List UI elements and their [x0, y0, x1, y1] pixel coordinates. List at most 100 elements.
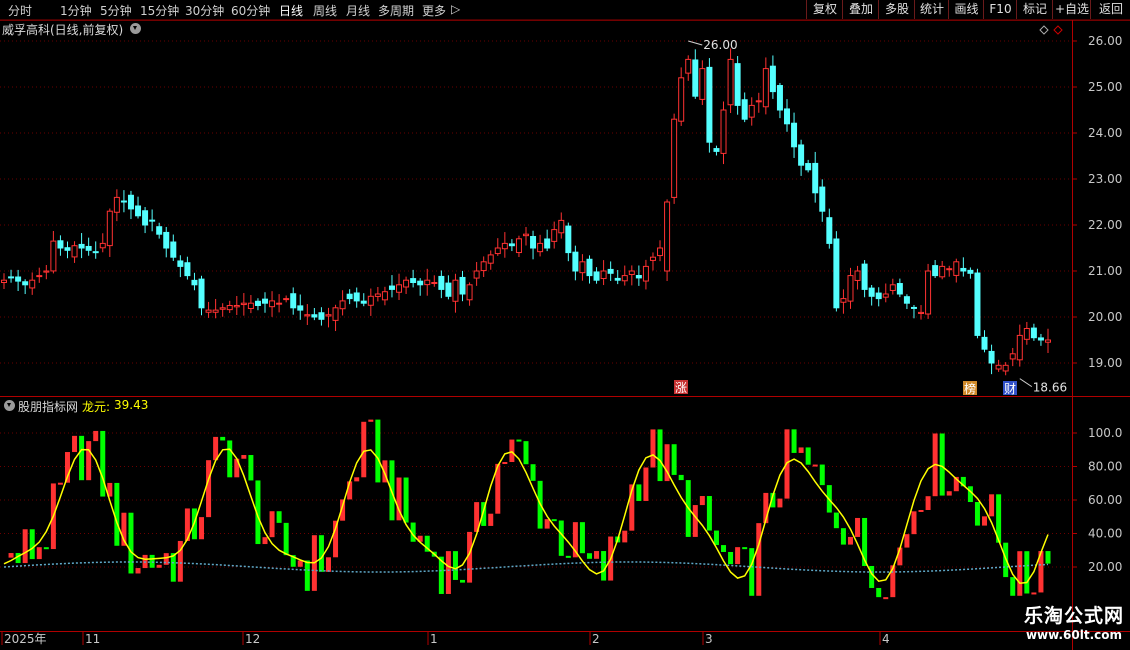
osc-bar-99	[699, 496, 705, 506]
candle-body-22	[156, 226, 163, 235]
osc-bar-118	[833, 512, 839, 529]
candle-body-108	[762, 68, 769, 108]
candle-body-18	[127, 194, 134, 210]
candle-body-33	[233, 305, 240, 308]
osc-bar-146	[1031, 592, 1037, 595]
candle-body-9	[64, 247, 71, 251]
candle-body-69	[487, 254, 494, 264]
candle-body-55	[388, 285, 395, 290]
osc-bar-11	[79, 435, 85, 481]
candle-body-143	[1009, 353, 1016, 360]
osc-bar-38	[269, 511, 275, 538]
osc-bar-31	[220, 436, 226, 441]
candle-body-60	[424, 279, 431, 286]
osc-bar-148	[1045, 551, 1051, 564]
candle-body-142	[1002, 364, 1009, 372]
candle-body-93	[657, 247, 664, 257]
high-marker-line	[688, 40, 703, 46]
stock-chart[interactable]: 26.00 25.00 24.00 23.00 22.00 21.00 20.00 19.00…	[0, 0, 1130, 650]
candle-body-87	[614, 277, 621, 281]
candle-body-106	[748, 104, 755, 118]
candle-body-107	[755, 100, 762, 103]
osc-bar-69	[488, 513, 494, 526]
candle-body-1	[8, 276, 15, 279]
candle-body-70	[494, 247, 501, 255]
candle-body-88	[621, 275, 628, 282]
osc-bar-125	[883, 597, 889, 600]
candle-body-25	[177, 260, 184, 267]
candle-body-119	[840, 298, 847, 303]
candle-body-2	[15, 276, 22, 282]
candle-body-123	[868, 287, 875, 297]
candle-body-95	[671, 118, 678, 198]
candle-body-57	[403, 279, 410, 288]
candle-body-10	[71, 245, 78, 258]
candle-body-23	[163, 231, 170, 249]
candle-body-97	[685, 58, 692, 74]
watermark-url: www.60lt.com	[1025, 628, 1122, 642]
osc-bar-1	[8, 553, 14, 558]
candle-body-135	[953, 261, 960, 276]
osc-bar-19	[135, 568, 141, 574]
candle-body-76	[537, 242, 544, 253]
osc-bar-107	[756, 523, 762, 596]
osc-bar-35	[248, 455, 254, 481]
candle-body-105	[741, 99, 748, 120]
candle-body-29	[205, 309, 212, 313]
osc-bar-75	[530, 464, 536, 481]
candle-body-36	[254, 300, 261, 306]
osc-bar-13	[93, 430, 99, 442]
osc-bar-91	[643, 467, 649, 501]
candle-body-125	[882, 293, 889, 298]
candle-body-128	[903, 296, 910, 304]
osc-bar-100	[706, 496, 712, 531]
candle-body-73	[515, 238, 522, 254]
osc-bar-115	[812, 464, 818, 467]
osc-bar-104	[735, 547, 741, 565]
osc-bar-96	[678, 474, 684, 481]
candle-body-26	[184, 262, 191, 277]
time-tick-label-0: 2025年	[4, 632, 47, 646]
candle-body-4	[29, 279, 36, 289]
candle-body-42	[297, 305, 304, 311]
candle-body-112	[791, 122, 798, 148]
indicator-menu-icon[interactable]	[4, 400, 15, 411]
candle-body-141	[995, 364, 1002, 370]
osc-bar-106	[749, 548, 755, 596]
candle-body-120	[847, 275, 854, 302]
high-marker-label: 26.00	[703, 38, 737, 52]
candle-body-39	[276, 302, 283, 305]
price-tick-label-3: 23.00	[1088, 172, 1122, 186]
ind-tick-label-2: 60.00	[1088, 493, 1122, 507]
price-tick-label-1: 25.00	[1088, 80, 1122, 94]
chevron-down-icon[interactable]	[130, 23, 141, 34]
price-tick-label-4: 22.00	[1088, 218, 1122, 232]
candle-body-134	[946, 268, 953, 271]
candle-body-102	[720, 109, 727, 154]
candle-body-32	[226, 305, 233, 311]
osc-bar-101	[713, 530, 719, 546]
candle-body-71	[501, 242, 508, 250]
candle-body-38	[269, 300, 276, 308]
candle-body-35	[247, 302, 254, 310]
candle-body-30	[212, 309, 219, 313]
candle-body-28	[198, 278, 205, 309]
osc-bar-40	[283, 522, 289, 556]
candle-body-61	[431, 282, 438, 284]
candle-body-127	[896, 283, 903, 295]
osc-bar-42	[297, 560, 303, 567]
osc-bar-46	[325, 557, 331, 572]
price-tick-label-6: 20.00	[1088, 310, 1122, 324]
candle-body-43	[304, 314, 311, 317]
candle-body-64	[452, 279, 459, 302]
osc-bar-116	[819, 464, 825, 486]
candle-body-65	[459, 276, 466, 295]
candle-body-7	[50, 240, 57, 272]
osc-bar-79	[558, 520, 564, 556]
osc-bar-3	[22, 529, 28, 564]
stock-title: 威孚高科(日线,前复权)	[2, 23, 124, 37]
osc-bar-64	[452, 551, 458, 580]
candle-body-100	[706, 66, 713, 143]
osc-bar-74	[523, 441, 529, 465]
osc-bar-88	[622, 530, 628, 543]
